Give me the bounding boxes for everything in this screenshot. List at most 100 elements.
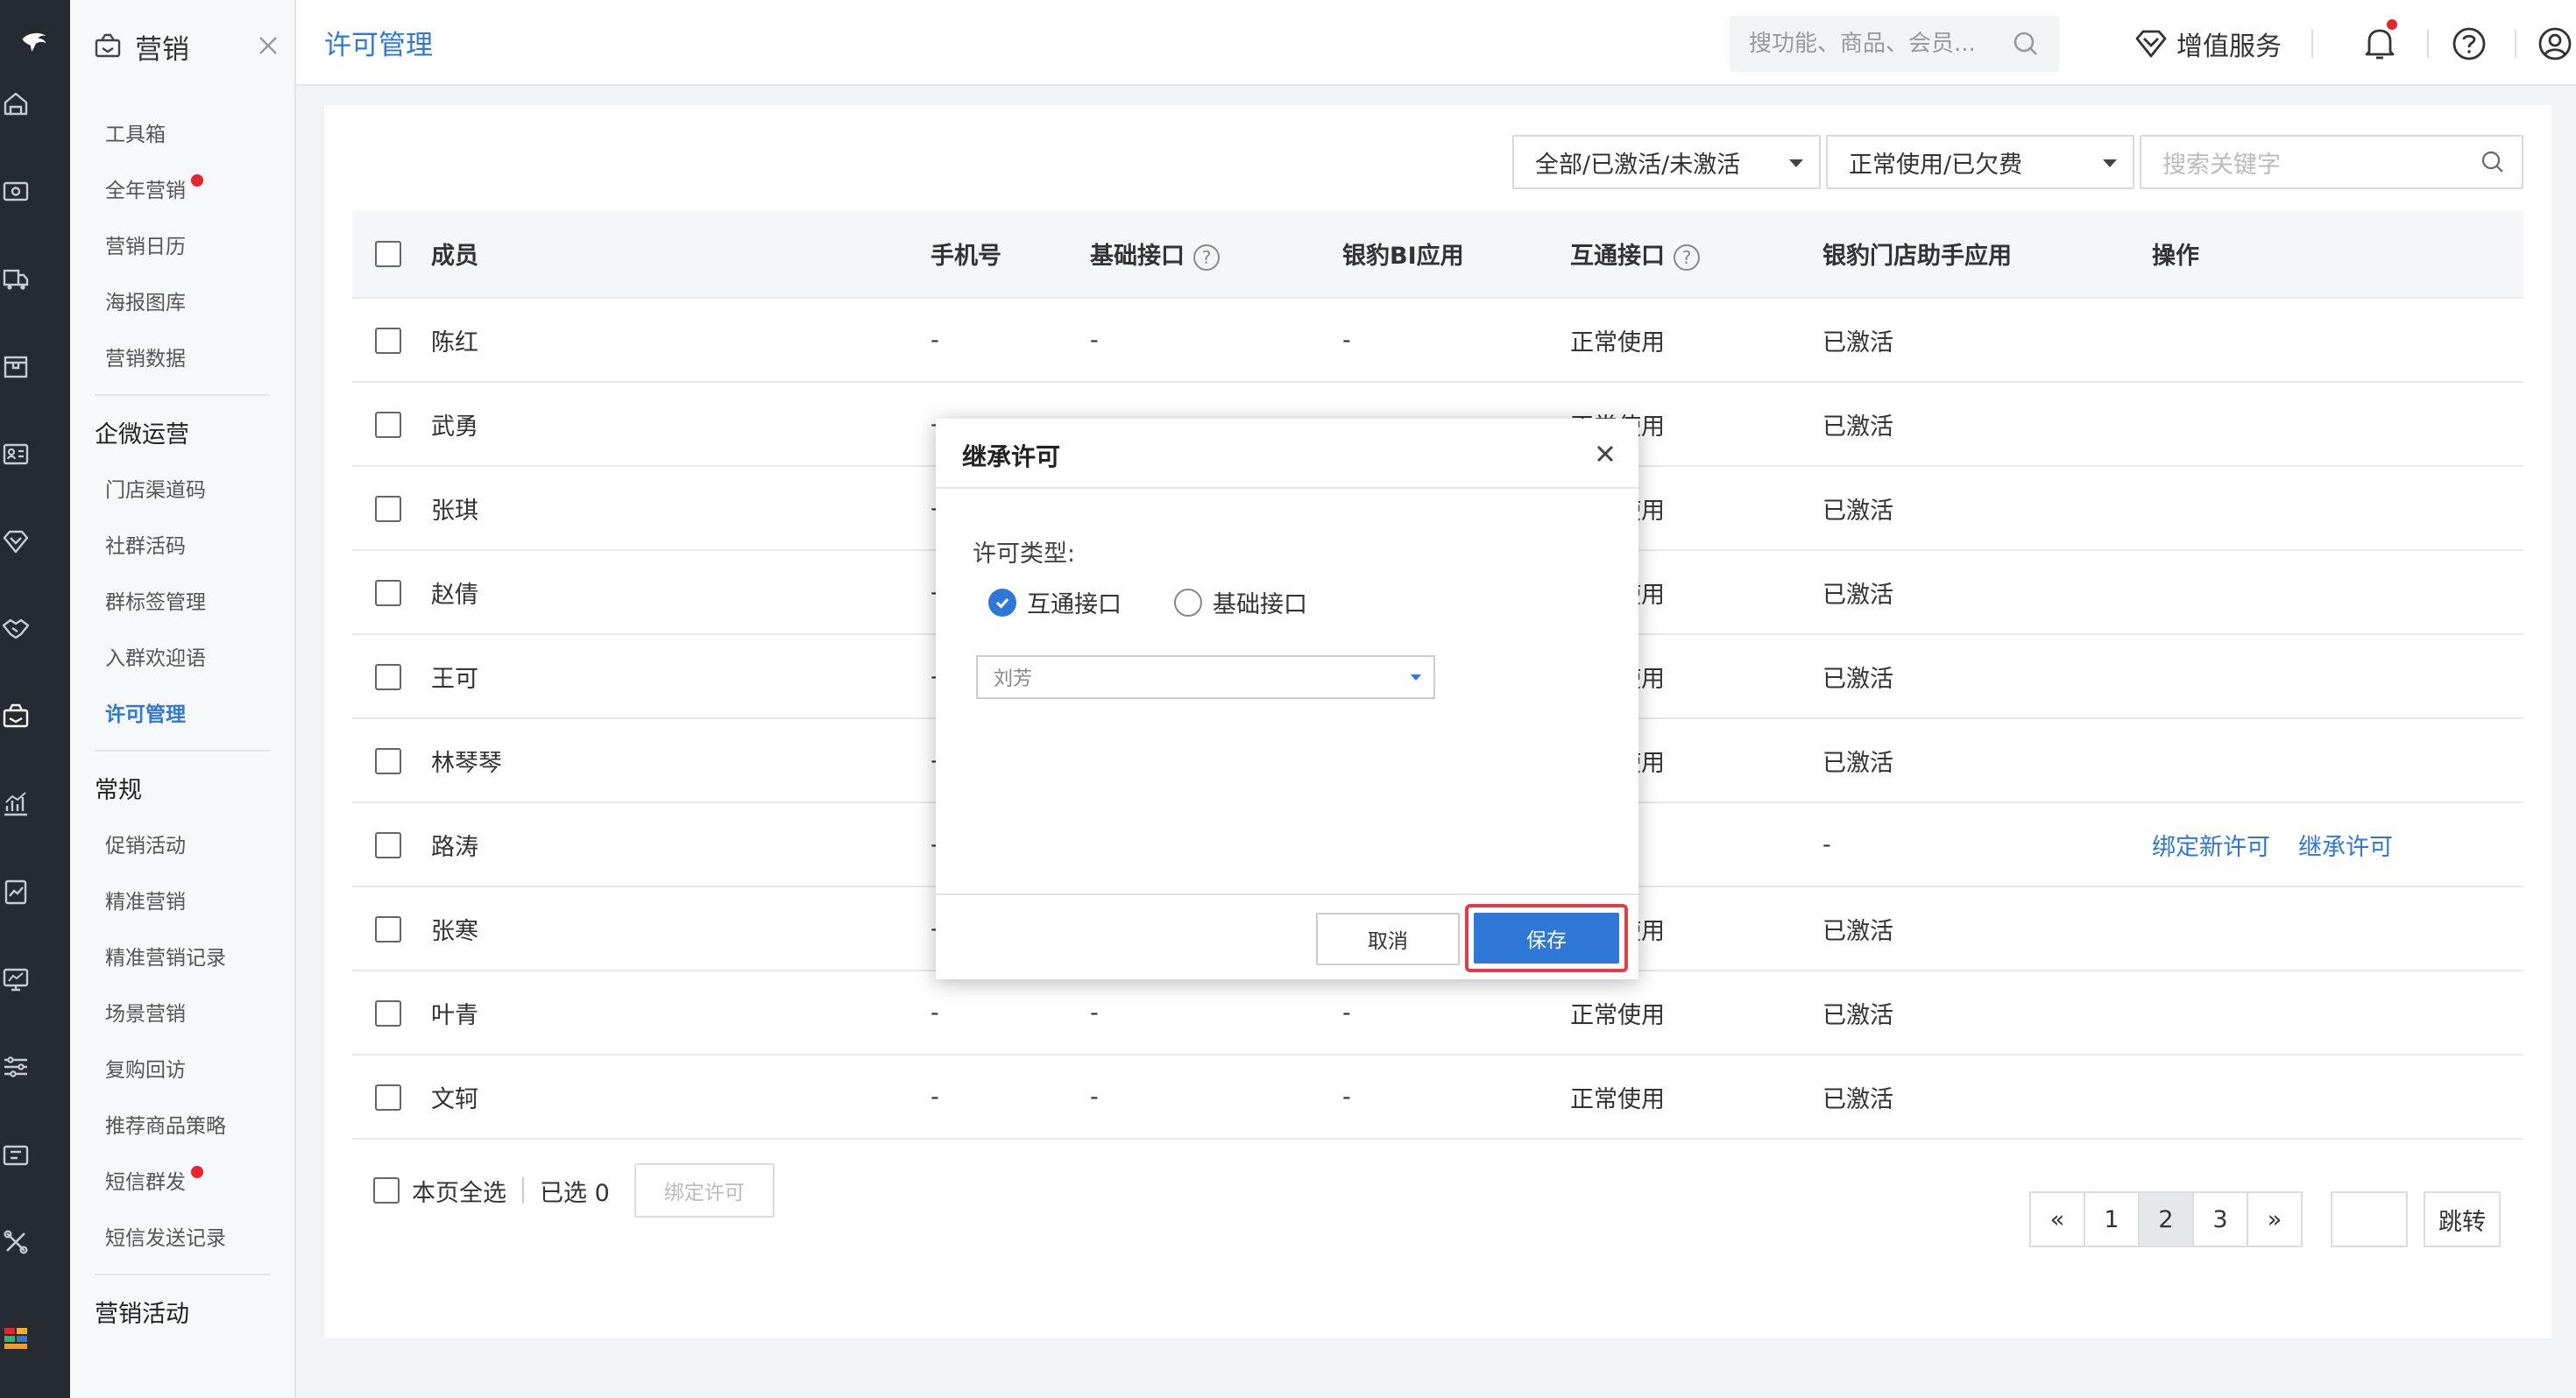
search-icon[interactable]	[2480, 149, 2506, 175]
sidebar-item[interactable]: 营销日历	[105, 229, 186, 259]
sidebar-group-title[interactable]: 企微运营	[95, 415, 189, 449]
sidebar-item[interactable]: 全年营销	[105, 173, 203, 203]
select-all-checkbox[interactable]	[373, 1177, 400, 1204]
marketing-icon	[3, 703, 29, 728]
sidebar-item[interactable]: 复购回访	[105, 1053, 186, 1083]
rail-id-card-icon[interactable]	[0, 438, 70, 526]
inherit-license-link[interactable]: 继承许可	[2298, 834, 2393, 861]
sidebar-item[interactable]: 推荐商品策略	[105, 1109, 226, 1139]
sidebar-item[interactable]: 短信发送记录	[105, 1221, 226, 1251]
rail-apps-icon[interactable]	[0, 1323, 70, 1393]
ops-cell	[2152, 550, 2523, 635]
question-icon[interactable]: ?	[1193, 244, 1220, 271]
page-button-3[interactable]: 3	[2192, 1191, 2248, 1247]
rail-ticket-icon[interactable]	[0, 1139, 70, 1226]
logo-icon[interactable]	[0, 0, 70, 88]
global-search	[1730, 16, 2059, 72]
basic-cell: -	[1090, 298, 1342, 383]
column-header-basic: 基础接口?	[1090, 210, 1342, 299]
value-service-button[interactable]: 增值服务	[2134, 19, 2282, 68]
save-button[interactable]: 保存	[1474, 913, 1619, 964]
page-button-1[interactable]: 1	[2084, 1191, 2140, 1247]
row-checkbox[interactable]	[375, 579, 401, 606]
bind-new-license-link[interactable]: 绑定新许可	[2152, 834, 2270, 861]
usage-filter[interactable]: 正常使用/已欠费	[1826, 135, 2134, 189]
row-checkbox[interactable]	[375, 915, 401, 943]
sidebar-item[interactable]: 入群欢迎语	[105, 641, 206, 671]
rail-box-icon[interactable]	[0, 350, 70, 438]
jump-page-input[interactable]	[2331, 1191, 2408, 1247]
prev-page-button[interactable]: «	[2029, 1191, 2085, 1247]
sidebar-item[interactable]: 社群活码	[105, 529, 186, 559]
table-header-row: 成员 手机号 基础接口? 银豹BI应用 互通接口? 银豹门店助手应用 操作	[352, 210, 2523, 299]
rail-report-icon[interactable]	[0, 876, 70, 964]
sliders-icon	[4, 1056, 27, 1077]
keyword-search-input[interactable]: 搜索关键字	[2140, 135, 2523, 189]
rail-chart-icon[interactable]	[0, 788, 70, 876]
sidebar-item-label: 许可管理	[105, 703, 186, 726]
box-icon	[4, 356, 28, 378]
sidebar-item[interactable]: 群标签管理	[105, 585, 206, 615]
rail-truck-icon[interactable]	[0, 263, 70, 350]
cancel-button[interactable]: 取消	[1316, 913, 1460, 965]
option-basic[interactable]: 基础接口	[1174, 585, 1307, 619]
bind-license-button[interactable]: 绑定许可	[633, 1163, 775, 1218]
sidebar-item-label: 全年营销	[105, 180, 186, 202]
option-interop[interactable]: 互通接口	[988, 585, 1122, 619]
row-checkbox[interactable]	[375, 999, 401, 1027]
row-checkbox[interactable]	[375, 831, 401, 858]
license-type-label: 许可类型:	[973, 540, 1076, 568]
close-icon[interactable]	[1588, 436, 1623, 471]
page-button-2[interactable]: 2	[2138, 1191, 2194, 1247]
rail-home-icon[interactable]	[0, 88, 70, 175]
phone-cell: -	[931, 971, 1090, 1056]
rail-money-icon[interactable]	[0, 175, 70, 263]
sidebar-item[interactable]: 工具箱	[105, 117, 166, 147]
sidebar-item[interactable]: 许可管理	[105, 697, 186, 727]
save-highlight: 保存	[1465, 904, 1628, 972]
sidebar-item[interactable]: 海报图库	[105, 286, 186, 315]
radio-icon[interactable]	[1174, 588, 1202, 617]
sidebar-item[interactable]: 营销数据	[105, 342, 186, 371]
sidebar-item-label: 复购回访	[105, 1059, 186, 1082]
rail-diamond-icon[interactable]	[0, 526, 70, 613]
select-all-label[interactable]: 本页全选	[412, 1174, 506, 1208]
row-checkbox[interactable]	[375, 747, 401, 774]
basic-cell: -	[1090, 971, 1342, 1056]
rail-monitor-icon[interactable]	[0, 964, 70, 1051]
sidebar-item[interactable]: 短信群发	[105, 1165, 203, 1195]
assistant-cell: 已激活	[1822, 718, 2152, 803]
row-checkbox[interactable]	[375, 411, 401, 438]
row-checkbox[interactable]	[375, 327, 401, 354]
sidebar-header: 营销	[93, 25, 286, 68]
sidebar-item[interactable]: 促销活动	[105, 829, 186, 858]
jump-button[interactable]: 跳转	[2424, 1191, 2501, 1247]
check-icon[interactable]	[988, 588, 1016, 617]
rail-tools-icon[interactable]	[0, 1226, 70, 1314]
row-checkbox[interactable]	[375, 1084, 401, 1111]
rail-handshake-icon[interactable]	[0, 613, 70, 701]
question-icon[interactable]: ?	[1674, 244, 1700, 271]
user-avatar-icon[interactable]	[2534, 23, 2576, 65]
chevron-down-icon	[2103, 159, 2117, 167]
search-input[interactable]	[1749, 16, 2012, 72]
rail-marketing-icon[interactable]	[0, 701, 70, 788]
row-checkbox[interactable]	[375, 495, 401, 522]
sidebar-group-title[interactable]: 常规	[95, 771, 142, 805]
rail-sliders-icon[interactable]	[0, 1051, 70, 1139]
sidebar-item[interactable]: 场景营销	[105, 997, 186, 1027]
next-page-button[interactable]: »	[2247, 1191, 2303, 1247]
diamond-icon	[3, 530, 29, 554]
help-icon[interactable]	[2448, 23, 2490, 65]
sidebar-item[interactable]: 精准营销	[105, 885, 186, 914]
search-icon[interactable]	[2012, 30, 2040, 58]
header-checkbox[interactable]	[375, 241, 401, 268]
sidebar-group-title[interactable]: 营销活动	[95, 1295, 189, 1329]
sidebar-item[interactable]: 门店渠道码	[105, 473, 206, 503]
activation-filter[interactable]: 全部/已激活/未激活	[1512, 135, 1821, 189]
close-icon[interactable]	[251, 28, 286, 63]
bell-icon[interactable]	[2359, 19, 2401, 65]
member-select[interactable]: 刘芳	[976, 655, 1435, 699]
row-checkbox[interactable]	[375, 663, 401, 690]
sidebar-item[interactable]: 精准营销记录	[105, 941, 226, 971]
